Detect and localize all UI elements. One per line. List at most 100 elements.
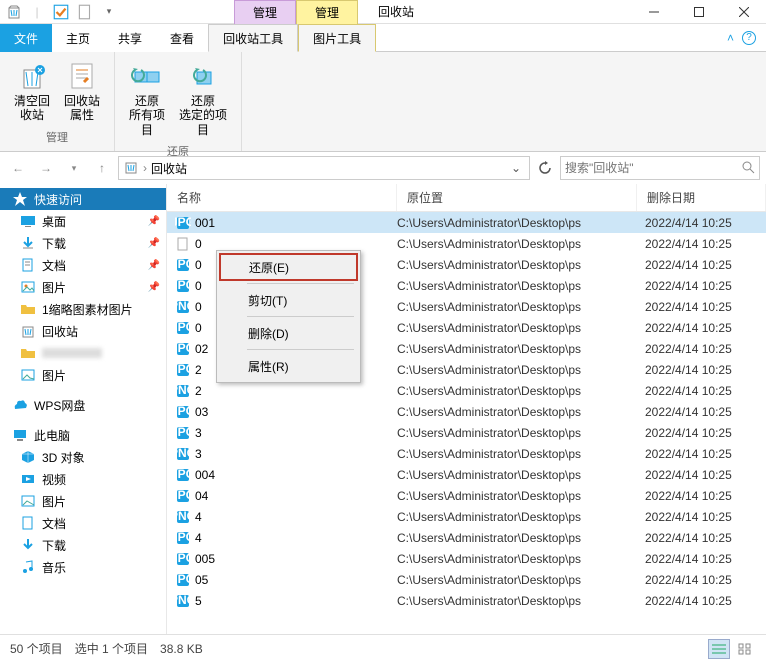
view-details-button[interactable]	[708, 639, 730, 659]
forward-button[interactable]: →	[34, 156, 58, 180]
file-row[interactable]: PNG3C:\Users\Administrator\Desktop\ps202…	[167, 443, 766, 464]
ctx-restore[interactable]: 还原(E)	[219, 253, 358, 281]
png-file-icon: PNG	[175, 509, 191, 525]
qat-checkbox-icon[interactable]	[52, 3, 70, 21]
qat-file-icon[interactable]	[76, 3, 94, 21]
sidebar-wps[interactable]: WPS网盘	[0, 394, 166, 416]
tab-recycle-tools[interactable]: 回收站工具	[208, 24, 298, 52]
tab-view[interactable]: 查看	[156, 24, 208, 52]
sidebar-documents[interactable]: 文档📌	[0, 254, 166, 276]
sidebar-thumbnails[interactable]: 1缩略图素材图片	[0, 298, 166, 320]
file-row[interactable]: PNG4C:\Users\Administrator\Desktop\ps202…	[167, 506, 766, 527]
file-name: 04	[195, 489, 208, 503]
file-name: 5	[195, 594, 202, 608]
file-location: C:\Users\Administrator\Desktop\ps	[397, 573, 637, 587]
close-button[interactable]	[721, 0, 766, 24]
file-row[interactable]: PNG5C:\Users\Administrator\Desktop\ps202…	[167, 590, 766, 611]
file-row[interactable]: JPG04C:\Users\Administrator\Desktop\ps20…	[167, 485, 766, 506]
file-row[interactable]: PNG2C:\Users\Administrator\Desktop\ps202…	[167, 380, 766, 401]
sidebar-blurred-folder[interactable]	[0, 342, 166, 364]
up-button[interactable]: ↑	[90, 156, 114, 180]
column-name[interactable]: 名称	[167, 184, 397, 211]
qat-dropdown-icon[interactable]: ▾	[100, 3, 118, 21]
sidebar-pictures2[interactable]: 图片	[0, 364, 166, 386]
minimize-button[interactable]	[631, 0, 676, 24]
ctx-delete[interactable]: 删除(D)	[219, 319, 358, 347]
sidebar-music[interactable]: 音乐	[0, 556, 166, 578]
file-name: 3	[195, 426, 202, 440]
empty-recycle-bin-button[interactable]: 清空回 收站	[8, 56, 56, 127]
sidebar-downloads[interactable]: 下载📌	[0, 232, 166, 254]
file-location: C:\Users\Administrator\Desktop\ps	[397, 258, 637, 272]
ctx-properties[interactable]: 属性(R)	[219, 352, 358, 380]
file-row[interactable]: JPG005C:\Users\Administrator\Desktop\ps2…	[167, 548, 766, 569]
recycle-bin-properties-button[interactable]: 回收站 属性	[58, 56, 106, 127]
pin-icon: 📌	[148, 260, 160, 271]
sidebar-quick-access[interactable]: 快速访问	[0, 188, 166, 210]
sidebar-pictures3[interactable]: 图片	[0, 490, 166, 512]
restore-all-icon	[131, 60, 163, 92]
file-location: C:\Users\Administrator\Desktop\ps	[397, 279, 637, 293]
back-button[interactable]: ←	[6, 156, 30, 180]
view-icons-button[interactable]	[734, 639, 756, 659]
file-row[interactable]: JPG001C:\Users\Administrator\Desktop\ps2…	[167, 212, 766, 233]
properties-label: 回收站 属性	[64, 94, 100, 123]
tab-share[interactable]: 共享	[104, 24, 156, 52]
address-dropdown-icon[interactable]: ⌄	[507, 161, 525, 175]
jpg-file-icon: JPG	[175, 572, 191, 588]
file-name: 0	[195, 237, 202, 251]
ctx-cut[interactable]: 剪切(T)	[219, 286, 358, 314]
sidebar-downloads2[interactable]: 下载	[0, 534, 166, 556]
file-row[interactable]: JPG03C:\Users\Administrator\Desktop\ps20…	[167, 401, 766, 422]
column-original-location[interactable]: 原位置	[397, 184, 637, 211]
sidebar-pictures[interactable]: 图片📌	[0, 276, 166, 298]
ribbon-collapse-icon[interactable]: ˄	[727, 31, 734, 45]
svg-text:JPG: JPG	[175, 467, 191, 481]
address-bar[interactable]: › 回收站 ⌄	[118, 156, 530, 180]
ribbon-group-manage: 清空回 收站 回收站 属性 管理	[0, 52, 115, 151]
sidebar-recycle-bin[interactable]: 回收站	[0, 320, 166, 342]
file-name: 0	[195, 279, 202, 293]
search-icon[interactable]	[741, 160, 755, 177]
recent-dropdown[interactable]: ▾	[62, 156, 86, 180]
refresh-button[interactable]	[534, 157, 556, 179]
file-date: 2022/4/14 10:25	[637, 468, 766, 482]
file-row[interactable]: JPG3C:\Users\Administrator\Desktop\ps202…	[167, 422, 766, 443]
help-icon[interactable]: ?	[742, 31, 756, 45]
navigation-bar: ← → ▾ ↑ › 回收站 ⌄	[0, 152, 766, 184]
sidebar-3d-objects[interactable]: 3D 对象	[0, 446, 166, 468]
contextual-tab-picture[interactable]: 管理	[296, 0, 358, 24]
restore-selected-button[interactable]: 还原 选定的项目	[173, 56, 233, 141]
tab-file[interactable]: 文件	[0, 24, 52, 52]
svg-text:JPG: JPG	[175, 278, 191, 292]
svg-text:JPG: JPG	[175, 362, 191, 376]
objects-3d-icon	[20, 449, 36, 465]
file-row[interactable]: JPG05C:\Users\Administrator\Desktop\ps20…	[167, 569, 766, 590]
properties-icon	[66, 60, 98, 92]
file-location: C:\Users\Administrator\Desktop\ps	[397, 426, 637, 440]
documents-icon	[20, 515, 36, 531]
restore-all-button[interactable]: 还原 所有项目	[123, 56, 171, 141]
sidebar-videos[interactable]: 视频	[0, 468, 166, 490]
contextual-tab-recycle[interactable]: 管理	[234, 0, 296, 24]
search-box[interactable]	[560, 156, 760, 180]
navigation-pane[interactable]: 快速访问 桌面📌 下载📌 文档📌 图片📌 1缩略图素材图片 回收站 图片 WPS…	[0, 184, 167, 634]
tab-home[interactable]: 主页	[52, 24, 104, 52]
file-location: C:\Users\Administrator\Desktop\ps	[397, 342, 637, 356]
sidebar-this-pc[interactable]: 此电脑	[0, 424, 166, 446]
maximize-button[interactable]	[676, 0, 721, 24]
column-date-deleted[interactable]: 删除日期	[637, 184, 766, 211]
sidebar-documents2[interactable]: 文档	[0, 512, 166, 534]
file-name: 005	[195, 552, 215, 566]
tab-picture-tools[interactable]: 图片工具	[298, 24, 376, 52]
file-row[interactable]: JPG4C:\Users\Administrator\Desktop\ps202…	[167, 527, 766, 548]
search-input[interactable]	[565, 161, 741, 175]
window-title: 回收站	[378, 3, 414, 20]
file-row[interactable]: JPG004C:\Users\Administrator\Desktop\ps2…	[167, 464, 766, 485]
file-location: C:\Users\Administrator\Desktop\ps	[397, 510, 637, 524]
title-bar: | ▾ 管理 管理 回收站	[0, 0, 766, 24]
sidebar-label: 1缩略图素材图片	[42, 301, 133, 318]
sidebar-desktop[interactable]: 桌面📌	[0, 210, 166, 232]
file-location: C:\Users\Administrator\Desktop\ps	[397, 300, 637, 314]
svg-text:PNG: PNG	[175, 299, 191, 313]
